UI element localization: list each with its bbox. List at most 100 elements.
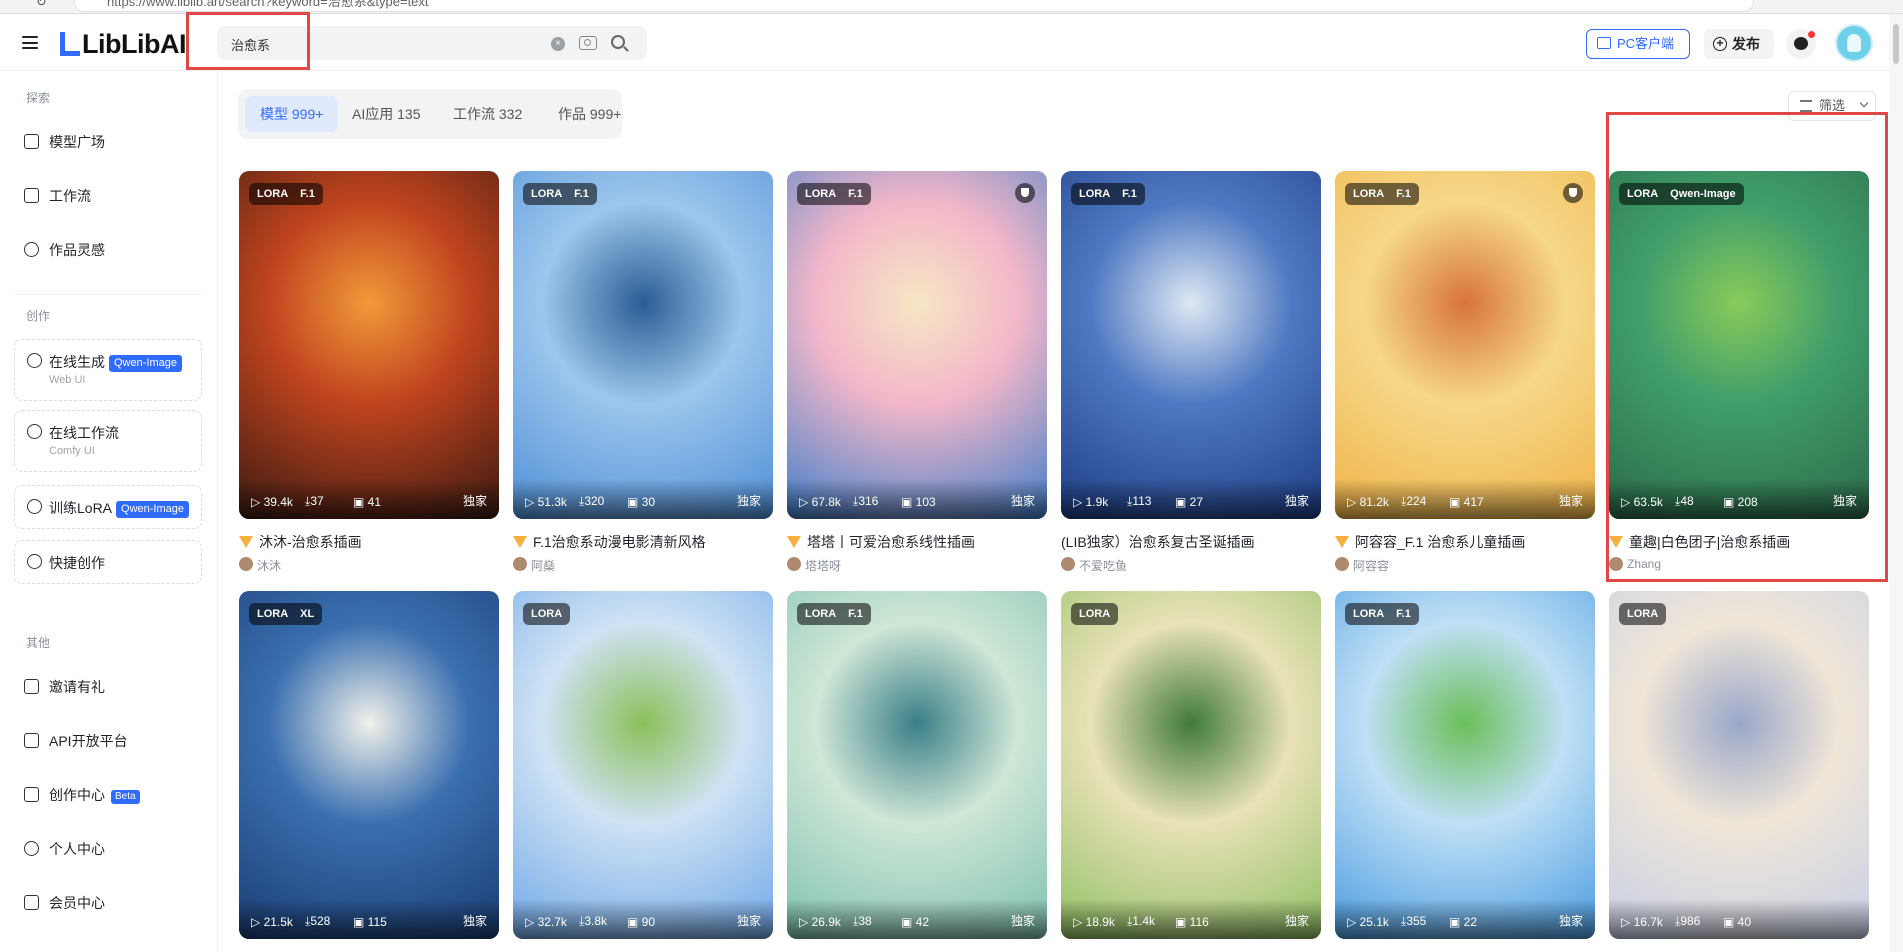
sidebar-item-label: 创作中心 [49, 787, 105, 803]
model-card[interactable]: LORA ▷ 18.9k ⤓1.4k ▣ 116 独家 [1061, 591, 1321, 939]
model-thumbnail[interactable]: LORA F.1 ▷ 1.9k ⤓113 ▣ 27 独家 [1061, 171, 1321, 519]
model-card[interactable]: LORA ▷ 32.7k ⤓3.8k ▣ 90 独家 [513, 591, 773, 939]
model-thumbnail[interactable]: LORA ▷ 18.9k ⤓1.4k ▣ 116 独家 [1061, 591, 1321, 939]
create-card-label: 在线生成 Qwen-Image [49, 352, 182, 372]
play-icon: ▷ [799, 495, 812, 509]
model-thumbnail[interactable]: LORA F.1 ▷ 51.3k ⤓320 ▣ 30 独家 [513, 171, 773, 519]
sidebar-other-0[interactable]: 邀请有礼 [24, 675, 105, 699]
scrollbar[interactable] [1889, 14, 1903, 952]
model-name[interactable]: 阿容容_F.1 治愈系儿童插画 [1335, 532, 1595, 552]
sidebar-other-3[interactable]: 个人中心 [24, 837, 105, 861]
create-card-title: 训练LoRA [49, 500, 113, 516]
sidebar-item-1[interactable]: 工作流 [24, 184, 91, 208]
model-tags: LORA F.1 [1345, 183, 1419, 205]
play-icon: ▷ [1347, 915, 1360, 929]
play-icon: ▷ [1347, 495, 1360, 509]
model-card[interactable]: LORA F.1 ▷ 1.9k ⤓113 ▣ 27 独家 (LIB独家）治愈系复古圣诞插画不… [1061, 171, 1321, 573]
create-card-2[interactable]: 训练LoRA Qwen-Image [14, 485, 202, 529]
model-thumbnail[interactable]: LORA F.1 ▷ 39.4k ⤓37 ▣ 41 独家 [239, 171, 499, 519]
author[interactable]: 沐沐 [239, 557, 281, 574]
model-tags: LORA XL [249, 603, 323, 625]
model-card[interactable]: LORA F.1 ▷ 81.2k ⤓224 ▣ 417 独家 阿容容_F.1 治愈系儿童插画… [1335, 171, 1595, 573]
image-icon: ▣ [1449, 495, 1464, 509]
author[interactable]: 阿容容 [1335, 557, 1389, 574]
create-card-title: 在线工作流 [49, 425, 119, 441]
stats-bar: ▷ 39.4k ⤓37 ▣ 41 独家 [239, 479, 499, 519]
download-icon [1597, 37, 1611, 49]
publish-button[interactable]: + 发布 [1704, 29, 1774, 59]
author[interactable]: 阿燊 [513, 557, 555, 574]
views-count: 18.9k [1085, 915, 1115, 929]
views-count: 16.7k [1633, 915, 1663, 929]
search-icon[interactable] [611, 35, 625, 49]
views-stat: ▷ 39.4k [251, 495, 293, 509]
camera-icon[interactable] [579, 36, 597, 50]
images-count: 103 [915, 495, 936, 509]
model-thumbnail[interactable]: LORA XL ▷ 21.5k ⤓528 ▣ 115 独家 [239, 591, 499, 939]
downloads-count: 1.4k [1132, 914, 1155, 928]
menu-icon[interactable] [22, 36, 38, 49]
downloads-count: 355 [1406, 914, 1427, 928]
sidebar: 探索 创作 其他 模型广场 工作流 作品灵感 在线生成 Qwen-Image Web UI… [0, 71, 218, 952]
model-name[interactable]: F.1治愈系动漫电影清新风格 [513, 532, 773, 552]
create-card-1[interactable]: 在线工作流 Comfy UI [14, 410, 202, 472]
model-thumbnail[interactable]: LORA ▷ 32.7k ⤓3.8k ▣ 90 独家 [513, 591, 773, 939]
play-icon: ▷ [525, 495, 538, 509]
sidebar-other-4[interactable]: 会员中心 [24, 891, 105, 915]
model-name-text: 阿容容_F.1 治愈系儿童插画 [1355, 534, 1526, 550]
sidebar-item-label: 工作流 [49, 188, 91, 204]
images-count: 116 [1189, 915, 1209, 929]
model-tag: LORA [805, 608, 837, 620]
logo[interactable]: LibLibAI [60, 30, 186, 58]
model-name[interactable]: (LIB独家）治愈系复古圣诞插画 [1061, 532, 1321, 552]
create-card-3[interactable]: 快捷创作 [14, 540, 202, 584]
model-card[interactable]: LORA F.1 ▷ 25.1k ⤓355 ▣ 22 独家 [1335, 591, 1595, 939]
model-card[interactable]: LORA F.1 ▷ 51.3k ⤓320 ▣ 30 独家 F.1治愈系动漫电影清新风格 阿燊 [513, 171, 773, 573]
address-bar[interactable]: https://www.liblib.art/search?keyword=治愈… [74, 0, 1754, 12]
model-thumbnail[interactable]: LORA F.1 ▷ 67.8k ⤓316 ▣ 103 独家 [787, 171, 1047, 519]
stats-bar: ▷ 26.9k ⤓38 ▣ 42 独家 [787, 899, 1047, 939]
model-thumbnail[interactable]: LORA F.1 ▷ 81.2k ⤓224 ▣ 417 独家 [1335, 171, 1595, 519]
tab-0[interactable]: 模型 999+ [245, 96, 339, 132]
model-name[interactable]: 沐沐-治愈系插画 [239, 532, 499, 552]
model-name-text: 塔塔丨可爱治愈系线性插画 [807, 534, 975, 550]
author[interactable]: 不爱吃鱼 [1061, 557, 1127, 574]
views-stat: ▷ 67.8k [799, 495, 841, 509]
model-card[interactable]: LORA F.1 ▷ 39.4k ⤓37 ▣ 41 独家沐沐-治愈系插画沐沐 [239, 171, 499, 573]
sidebar-other-1[interactable]: API开放平台 [24, 729, 128, 753]
model-card[interactable]: LORA ▷ 16.7k ⤓986 ▣ 40 [1609, 591, 1869, 939]
model-tag: LORA [531, 188, 563, 200]
author-avatar [239, 557, 253, 571]
tab-1[interactable]: AI应用 135 [337, 96, 435, 132]
reload-icon[interactable]: ↻ [36, 0, 47, 10]
create-card-0[interactable]: 在线生成 Qwen-Image Web UI [14, 339, 202, 401]
images-stat: ▣ 103 [901, 495, 936, 509]
model-tags: LORA [523, 603, 571, 625]
message-button[interactable] [1786, 29, 1816, 59]
bulb-icon [24, 242, 39, 257]
api-icon [24, 733, 39, 748]
tab-2[interactable]: 工作流 332 [438, 96, 537, 132]
play-icon: ▷ [525, 915, 538, 929]
model-tag: LORA [257, 608, 289, 620]
create-card-sub: Web UI [49, 374, 86, 386]
sidebar-other-2[interactable]: 创作中心 Beta [24, 783, 140, 807]
downloads-count: 3.8k [584, 914, 607, 928]
avatar[interactable] [1835, 24, 1873, 62]
model-card[interactable]: LORA F.1 ▷ 26.9k ⤓38 ▣ 42 独家 [787, 591, 1047, 939]
model-name[interactable]: 塔塔丨可爱治愈系线性插画 [787, 532, 1047, 552]
clear-icon[interactable]: × [551, 37, 565, 51]
sidebar-item-0[interactable]: 模型广场 [24, 130, 105, 154]
author[interactable]: 塔塔呀 [787, 557, 841, 574]
model-thumbnail[interactable]: LORA ▷ 16.7k ⤓986 ▣ 40 [1609, 591, 1869, 939]
model-thumbnail[interactable]: LORA F.1 ▷ 25.1k ⤓355 ▣ 22 独家 [1335, 591, 1595, 939]
author-name: 沐沐 [257, 559, 282, 573]
model-card[interactable]: LORA XL ▷ 21.5k ⤓528 ▣ 115 独家 [239, 591, 499, 939]
model-tags: LORA F.1 [797, 603, 871, 625]
model-card[interactable]: LORA F.1 ▷ 67.8k ⤓316 ▣ 103 独家塔塔丨可爱治愈系线性插画塔塔呀 [787, 171, 1047, 573]
home-icon [24, 134, 39, 149]
pc-client-button[interactable]: PC客户端 [1586, 29, 1690, 59]
sidebar-item-2[interactable]: 作品灵感 [24, 238, 105, 262]
model-thumbnail[interactable]: LORA F.1 ▷ 26.9k ⤓38 ▣ 42 独家 [787, 591, 1047, 939]
tab-3[interactable]: 作品 999+ [543, 96, 636, 132]
